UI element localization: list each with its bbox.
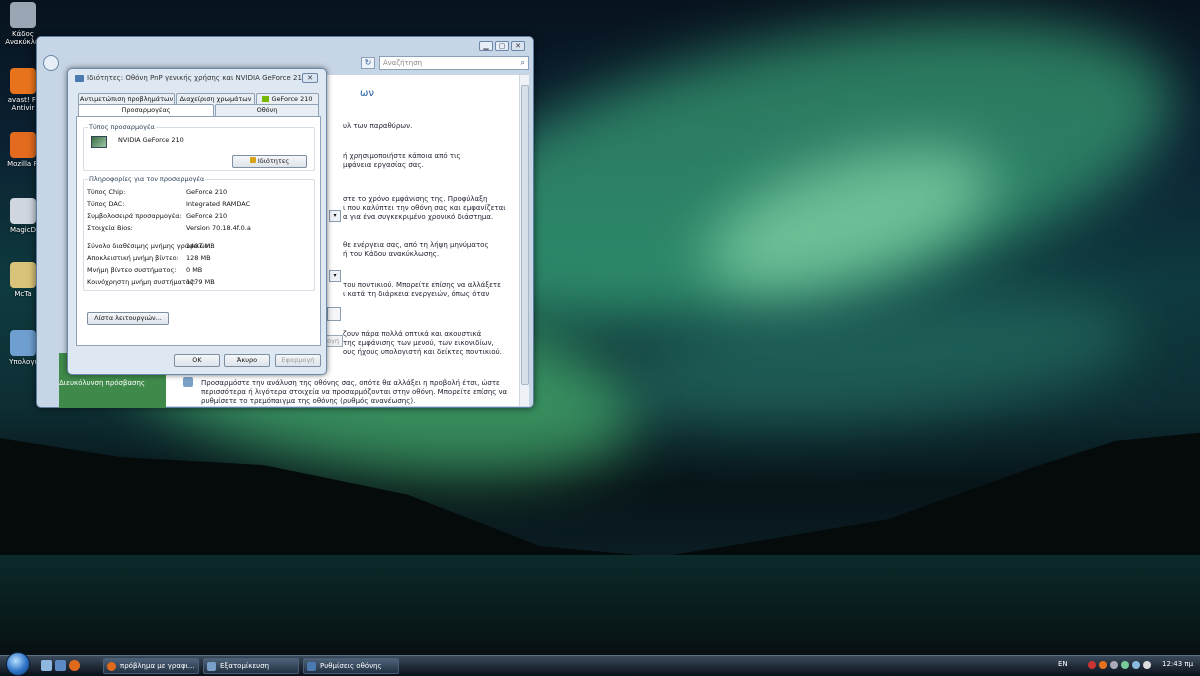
switch-windows-icon[interactable]	[55, 660, 66, 671]
properties-button[interactable]: Ιδιότητες	[232, 155, 307, 168]
description-line: ους ήχους υπολογιστή και δείκτες ποντικι…	[343, 348, 502, 356]
tray-icon-3[interactable]	[1110, 661, 1118, 669]
tab-adapter[interactable]: Προσαρμογέας	[78, 104, 214, 116]
refresh-button[interactable]: ↻	[361, 57, 375, 69]
cancel-button[interactable]: Άκυρο	[224, 354, 270, 367]
dialog-title: Ιδιότητες: Οθόνη PnP γενικής χρήσης και …	[87, 74, 307, 82]
clock[interactable]: 12:43 πμ	[1162, 660, 1193, 668]
description-line: ι κατά τη διάρκεια ενεργειών, όπως όταν	[343, 290, 490, 298]
info-value: Version 70.18.4f.0.a	[186, 224, 251, 232]
language-indicator[interactable]: EN	[1058, 660, 1068, 668]
graphics-card-icon	[91, 136, 107, 148]
info-key: Τύπος DAC:	[87, 200, 125, 208]
firefox-icon[interactable]	[69, 660, 80, 671]
tray-icon-5[interactable]	[1132, 661, 1140, 669]
description-line: ή του Κάδου ανακύκλωσης.	[343, 250, 440, 258]
description-line: ζουν πάρα πολλά οπτικά και ακουστικά	[343, 330, 482, 338]
tray-icon-2[interactable]	[1099, 661, 1107, 669]
shield-icon	[249, 157, 256, 163]
nvidia-icon	[262, 96, 270, 102]
display-icon	[307, 662, 316, 671]
info-value: 1279 MB	[186, 278, 215, 286]
info-value: 1407 MB	[186, 242, 215, 250]
dropdown-stub-2[interactable]: ▾	[329, 270, 341, 282]
display-icon	[183, 377, 193, 387]
ok-button[interactable]: OK	[174, 354, 220, 367]
desktop-app-icon	[10, 132, 36, 158]
close-button[interactable]: ✕	[511, 41, 525, 51]
vertical-scrollbar[interactable]	[519, 75, 529, 406]
description-line: της εμφάνισης των μενού, των εικονιδίων,	[343, 339, 494, 347]
adapter-name: NVIDIA GeForce 210	[118, 136, 184, 144]
show-desktop-icon[interactable]	[41, 660, 52, 671]
control-panel-icon	[207, 662, 216, 671]
info-value: 128 MB	[186, 254, 211, 262]
stub-box	[327, 307, 341, 321]
taskbar: πρόβλημα με γραφι... Εξατομίκευση Ρυθμίσ…	[0, 652, 1200, 676]
description-line: ρυθμίσετε το τρεμόπαιγμα της οθόνης (ρυθ…	[201, 397, 416, 405]
description-line: Προσαρμόστε την ανάλυση της οθόνης σας, …	[201, 379, 500, 387]
description-line: θε ενέργεια σας, από τη λήψη μηνύματος	[343, 241, 489, 249]
search-box[interactable]: Αναζήτηση ⌕	[379, 56, 529, 70]
dropdown-stub-1[interactable]: ▾	[329, 210, 341, 222]
adapter-panel: Τύπος προσαρμογέα NVIDIA GeForce 210 Ιδι…	[76, 116, 321, 346]
info-key: Τύπος Chip:	[87, 188, 126, 196]
monitor-icon	[75, 75, 84, 82]
network-icon[interactable]	[1121, 661, 1129, 669]
info-key: Στοιχεία Bios:	[87, 224, 133, 232]
minimize-button[interactable]: ▁	[479, 41, 493, 51]
tab-monitor[interactable]: Οθόνη	[215, 104, 319, 116]
dialog-close-button[interactable]: ✕	[302, 73, 318, 83]
info-key: Συμβολοσειρά προσαρμογέα:	[87, 212, 182, 220]
tray-icon-1[interactable]	[1088, 661, 1096, 669]
search-icon[interactable]: ⌕	[521, 58, 525, 68]
description-line: μφάνεια εργασίας σας.	[343, 161, 424, 169]
adapter-info-label: Πληροφορίες για τον προσαρμογέα	[88, 175, 206, 183]
desktop-app-icon	[10, 68, 36, 94]
sidebar-link[interactable]: Διευκόλυνση πρόσβασης	[59, 379, 145, 387]
volume-icon[interactable]	[1143, 661, 1151, 669]
list-modes-button[interactable]: Λίστα λειτουργιών...	[87, 312, 169, 325]
info-value: 0 MB	[186, 266, 203, 274]
start-button[interactable]	[6, 652, 30, 676]
adapter-type-label: Τύπος προσαρμογέα	[88, 123, 156, 131]
back-button[interactable]	[43, 55, 59, 71]
info-key: Μνήμη βίντεο συστήματος:	[87, 266, 177, 274]
window-controls: ▁ ▢ ✕	[477, 41, 525, 51]
info-key: Κοινόχρηστη μνήμη συστήματος:	[87, 278, 196, 286]
properties-dialog[interactable]: Ιδιότητες: Οθόνη PnP γενικής χρήσης και …	[67, 68, 327, 375]
description-line: ι που καλύπτει την οθόνη σας και εμφανίζ…	[343, 204, 506, 212]
heading-fragment: ων	[360, 88, 374, 99]
description-line: στε το χρόνο εμφάνισης της. Προφύλαξη	[343, 195, 488, 203]
desktop-app-icon	[10, 2, 36, 28]
search-input[interactable]: Αναζήτηση	[383, 59, 422, 67]
maximize-button[interactable]: ▢	[495, 41, 509, 51]
info-key: Αποκλειστική μνήμη βίντεο:	[87, 254, 179, 262]
info-value: GeForce 210	[186, 188, 228, 196]
firefox-icon	[107, 662, 116, 671]
adapter-type-group: Τύπος προσαρμογέα NVIDIA GeForce 210 Ιδι…	[83, 123, 315, 171]
desktop-app-icon	[10, 198, 36, 224]
taskbar-button-personalize[interactable]: Εξατομίκευση	[203, 658, 299, 674]
desktop-app-icon	[10, 262, 36, 288]
desktop-app-icon	[10, 330, 36, 356]
adapter-info-group: Πληροφορίες για τον προσαρμογέα Τύπος Ch…	[83, 175, 315, 291]
taskbar-button-firefox[interactable]: πρόβλημα με γραφι...	[103, 658, 199, 674]
info-value: Integrated RAMDAC	[186, 200, 251, 208]
description-line: ή χρησιμοποιήστε κάποια από τις	[343, 152, 461, 160]
taskbar-button-display-settings[interactable]: Ρυθμίσεις οθόνης	[303, 658, 399, 674]
apply-button[interactable]: Εφαρμογή	[275, 354, 321, 367]
description-line: περισσότερα ή λιγότερα στοιχεία να προσα…	[201, 388, 508, 396]
description-line: υλ των παραθύρων.	[343, 122, 413, 130]
description-line: του ποντικιού. Μπορείτε επίσης να αλλάξε…	[343, 281, 501, 289]
description-line: α για ένα συγκεκριμένο χρονικό διάστημα.	[343, 213, 494, 221]
info-value: GeForce 210	[186, 212, 228, 220]
